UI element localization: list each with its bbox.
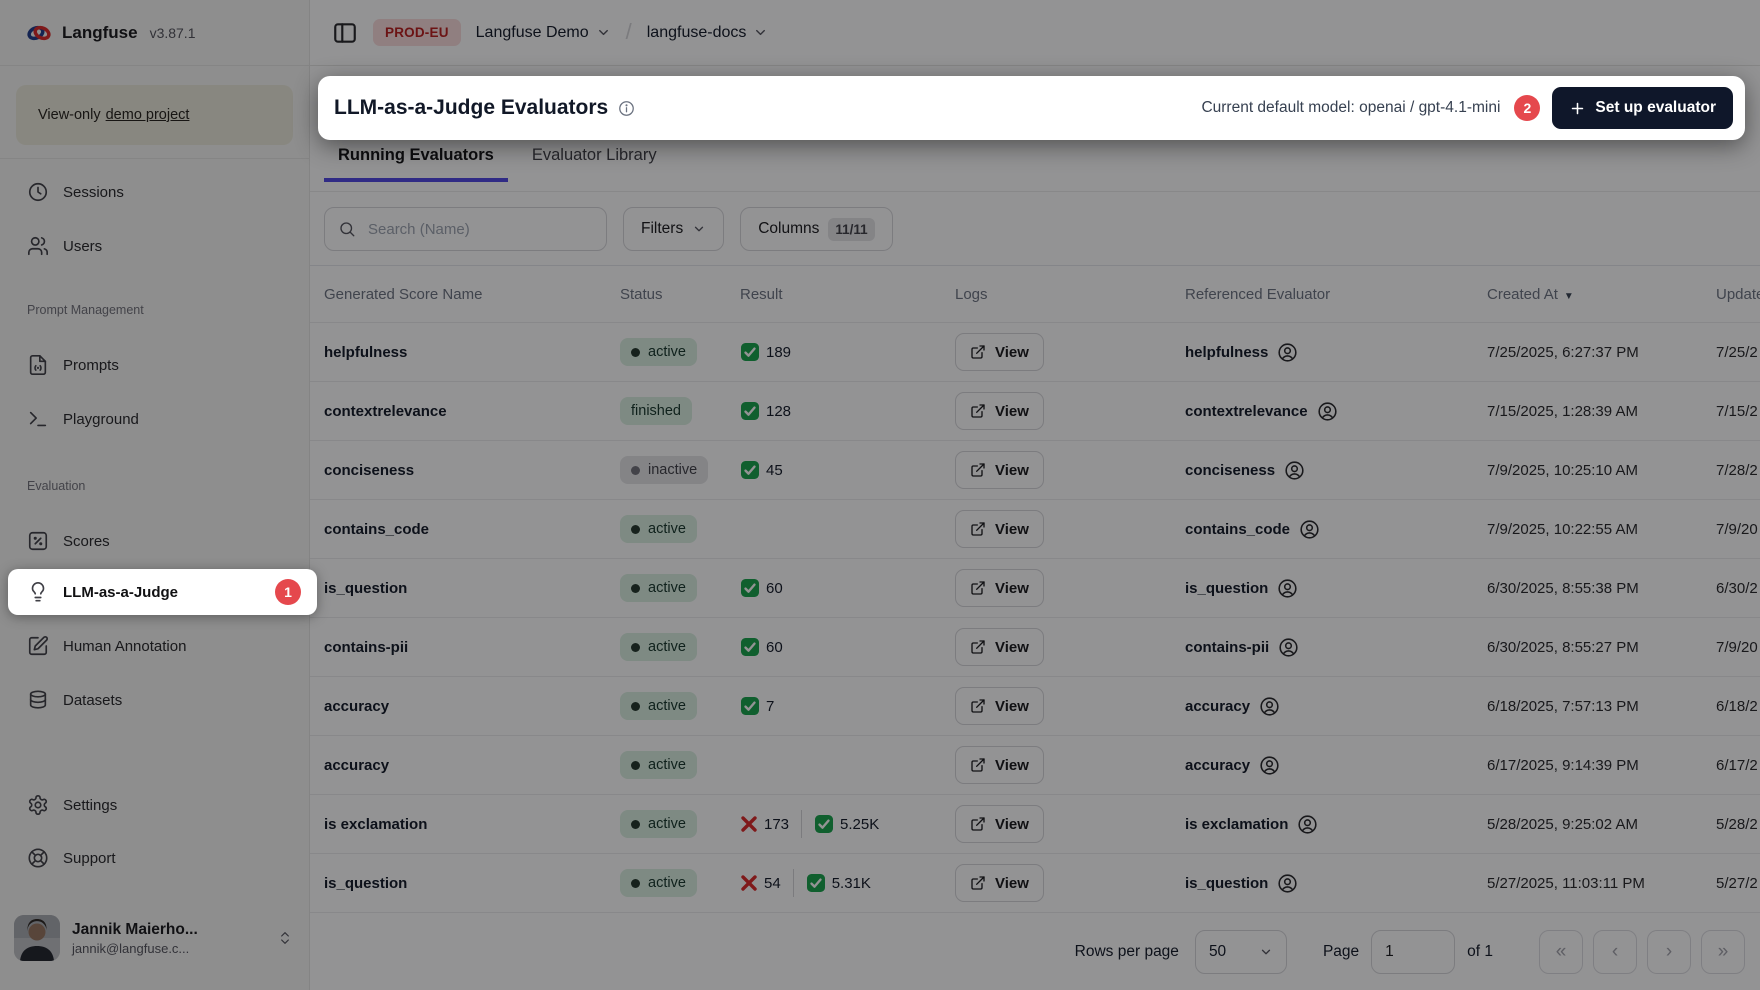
- default-model-info: Current default model: openai / gpt-4.1-…: [1201, 99, 1500, 117]
- tour-step-1-badge: 1: [275, 579, 301, 605]
- sidebar-item-llm-as-a-judge[interactable]: LLM-as-a-Judge 1: [8, 569, 317, 615]
- plus-icon: [1569, 100, 1586, 117]
- sidebar-item-label: LLM-as-a-Judge: [63, 584, 178, 601]
- page-title: LLM-as-a-Judge Evaluators: [334, 96, 608, 120]
- set-up-evaluator-button[interactable]: Set up evaluator: [1552, 87, 1733, 129]
- lightbulb-icon: [27, 581, 49, 603]
- tour-dim-overlay: [0, 0, 1760, 990]
- info-icon[interactable]: [618, 100, 635, 117]
- tour-step-2-badge: 2: [1514, 95, 1540, 121]
- page-header: LLM-as-a-Judge Evaluators Current defaul…: [318, 76, 1745, 140]
- set-up-evaluator-label: Set up evaluator: [1595, 99, 1716, 117]
